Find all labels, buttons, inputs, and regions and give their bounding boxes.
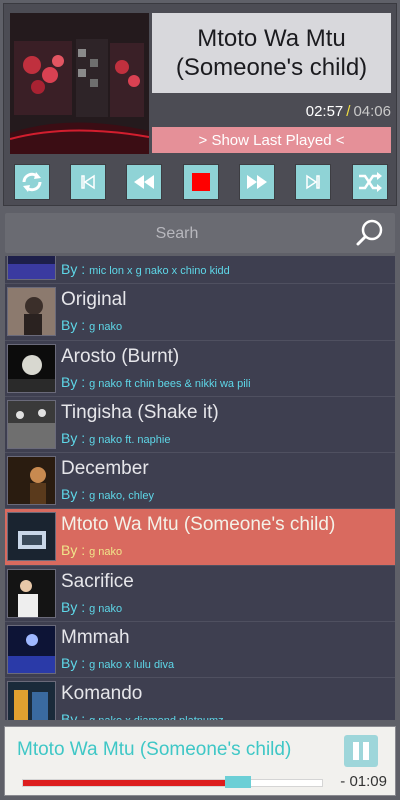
song-row[interactable]: Tingisha (Shake it) By :g nako ft. naphie xyxy=(5,396,395,454)
stop-icon xyxy=(192,173,210,191)
song-title: December xyxy=(61,458,149,480)
song-artist-line: By :g nako xyxy=(61,542,122,558)
song-thumbnail xyxy=(7,287,56,337)
by-label: By : xyxy=(61,655,86,672)
repeat-button[interactable] xyxy=(14,164,50,200)
song-list-inner: By : mic lon x g nako x chino kidd Origina… xyxy=(5,256,395,720)
elapsed-time: 02:57 xyxy=(305,103,344,120)
shuffle-button[interactable] xyxy=(352,164,388,200)
fast-forward-icon xyxy=(247,175,267,189)
song-thumbnail xyxy=(7,568,56,618)
repeat-icon xyxy=(22,172,42,192)
remaining-time: - 01:09 xyxy=(340,773,387,790)
next-button[interactable] xyxy=(295,164,331,200)
song-row[interactable]: December By :g nako, chley xyxy=(5,453,395,510)
search-input[interactable] xyxy=(5,213,349,255)
song-row[interactable]: Arosto (Burnt) By :g nako ft chin bees & … xyxy=(5,340,395,397)
song-artist-line: By :g nako x lulu diva xyxy=(61,655,174,671)
song-artist-line: By :g nako ft chin bees & nikki wa pili xyxy=(61,374,251,390)
song-thumbnail xyxy=(7,399,56,449)
by-label: By : xyxy=(61,373,86,390)
by-label: By : xyxy=(61,598,86,615)
song-artist-line: By :g nako xyxy=(61,599,122,615)
search-bar xyxy=(5,213,395,255)
fast-forward-button[interactable] xyxy=(239,164,275,200)
player-panel: Mtoto Wa Mtu (Someone's child) 02:57/04:… xyxy=(3,3,397,206)
song-title: Sacrifice xyxy=(61,570,134,592)
song-list[interactable]: By : mic lon x g nako x chino kidd Origina… xyxy=(5,256,395,720)
song-artist: g nako, chley xyxy=(89,490,154,503)
time-display: 02:57/04:06 xyxy=(152,103,391,121)
stop-button[interactable] xyxy=(183,164,219,200)
by-label: By : xyxy=(61,429,86,446)
rewind-icon xyxy=(134,175,154,189)
song-thumbnail xyxy=(7,512,56,562)
shuffle-icon xyxy=(359,172,382,192)
song-thumbnail xyxy=(7,681,56,720)
by-label: By : xyxy=(61,542,86,559)
song-row[interactable]: Original By :g nako xyxy=(5,284,395,341)
song-row[interactable]: Komando By :g nako x diamond platnumz xyxy=(5,678,395,720)
by-label: By : xyxy=(61,317,86,334)
song-artist: g nako xyxy=(89,602,123,615)
song-title: Komando xyxy=(61,683,143,705)
song-title: Original xyxy=(61,289,127,311)
song-artist: g nako x lulu diva xyxy=(89,659,175,672)
total-time: 04:06 xyxy=(353,103,391,120)
previous-button[interactable] xyxy=(70,164,106,200)
by-label: By : xyxy=(61,261,86,277)
song-artist: mic lon x g nako x chino kidd xyxy=(89,265,230,277)
song-row[interactable]: Mmmah By :g nako x lulu diva xyxy=(5,622,395,679)
song-artist-line: By : mic lon x g nako x chino kidd xyxy=(61,261,230,277)
show-last-played-button[interactable]: > Show Last Played < xyxy=(152,127,391,153)
now-playing-bar[interactable]: Mtoto Wa Mtu (Someone's child) - 01:09 xyxy=(4,726,396,796)
playback-controls xyxy=(14,164,388,200)
song-artist: g nako x diamond platnumz xyxy=(89,715,224,720)
skip-previous-icon xyxy=(81,174,95,190)
song-row[interactable]: By : mic lon x g nako x chino kidd xyxy=(5,256,395,285)
by-label: By : xyxy=(61,711,86,720)
now-playing-title: Mtoto Wa Mtu (Someone's child) xyxy=(17,739,292,760)
search-icon[interactable] xyxy=(355,218,385,248)
song-row[interactable]: Mtoto Wa Mtu (Someone's child) By :g nako xyxy=(5,509,395,566)
progress-bar[interactable] xyxy=(22,776,323,788)
song-row[interactable]: Sacrifice By :g nako xyxy=(5,565,395,623)
song-title: Mmmah xyxy=(61,627,130,649)
song-artist-line: By :g nako, chley xyxy=(61,486,154,502)
song-artist: g nako ft chin bees & nikki wa pili xyxy=(89,377,251,390)
song-artist: g nako xyxy=(89,321,123,334)
song-thumbnail xyxy=(7,343,56,393)
song-title: Tingisha (Shake it) xyxy=(61,401,219,423)
skip-next-icon xyxy=(306,174,320,190)
song-artist-line: By :g nako x diamond platnumz xyxy=(61,711,224,720)
progress-fill xyxy=(23,780,239,786)
progress-handle[interactable] xyxy=(225,776,252,788)
song-title: Mtoto Wa Mtu (Someone's child) xyxy=(61,514,336,536)
song-artist: g nako xyxy=(89,546,123,559)
track-title: Mtoto Wa Mtu (Someone's child) xyxy=(152,13,391,93)
song-artist-line: By :g nako ft. naphie xyxy=(61,430,170,446)
song-artist-line: By :g nako xyxy=(61,317,122,333)
by-label: By : xyxy=(61,486,86,503)
pause-button[interactable] xyxy=(344,735,378,767)
time-separator: / xyxy=(346,103,351,120)
rewind-button[interactable] xyxy=(126,164,162,200)
song-thumbnail xyxy=(7,456,56,506)
album-art xyxy=(10,13,149,154)
song-thumbnail xyxy=(7,625,56,675)
song-thumbnail xyxy=(7,256,56,280)
song-artist: g nako ft. naphie xyxy=(89,433,171,446)
song-title: Arosto (Burnt) xyxy=(61,345,180,367)
pause-icon xyxy=(351,742,371,760)
